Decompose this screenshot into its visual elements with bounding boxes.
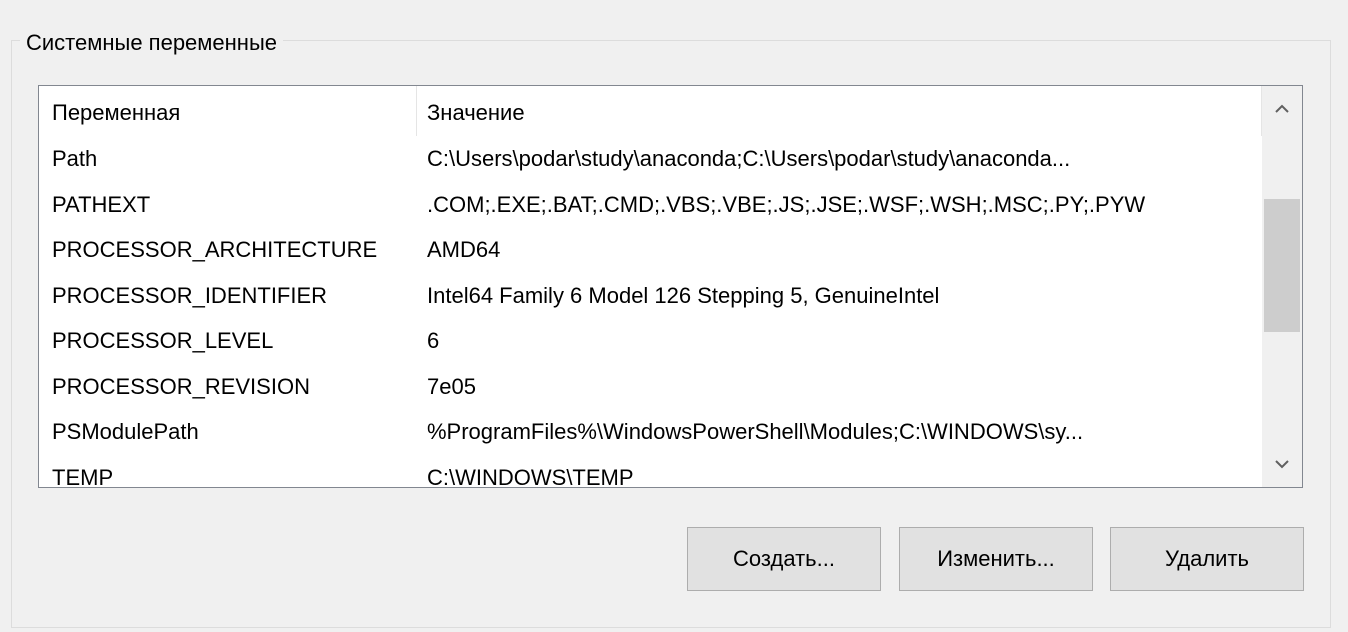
variable-value: 6 [427,328,440,353]
list-rows: Path C:\Users\podar\study\anaconda;C:\Use… [39,136,1262,487]
edit-button[interactable]: Изменить... [899,527,1093,591]
table-row[interactable]: PROCESSOR_IDENTIFIER Intel64 Family 6 Mod… [39,273,1262,319]
variable-name: PSModulePath [52,419,199,444]
group-title: Системные переменные [20,28,284,58]
table-row[interactable]: PROCESSOR_REVISION 7e05 [39,364,1262,410]
variables-list[interactable]: Переменная Значение Path C:\Users\podar\s… [38,85,1303,488]
list-header: Переменная Значение [39,86,1262,136]
variable-value: .COM;.EXE;.BAT;.CMD;.VBS;.VBE;.JS;.JSE;.… [427,191,1146,217]
chevron-down-icon [1275,460,1289,469]
scroll-thumb[interactable] [1264,198,1300,332]
scroll-down-button[interactable] [1262,441,1302,487]
variable-value: %ProgramFiles%\WindowsPowerShell\Modules… [427,419,1084,444]
create-button[interactable]: Создать... [687,527,881,591]
column-header-value[interactable]: Значение [417,86,1262,136]
table-row[interactable]: PROCESSOR_ARCHITECTURE AMD64 [39,227,1262,273]
delete-button[interactable]: Удалить [1110,527,1304,591]
vertical-scrollbar[interactable] [1262,86,1302,487]
variable-value: C:\Users\podar\study\anaconda;C:\Users\p… [427,146,1071,171]
column-header-variable[interactable]: Переменная [39,86,417,136]
scroll-up-button[interactable] [1262,86,1302,132]
table-row[interactable]: PATHEXT .COM;.EXE;.BAT;.CMD;.VBS;.VBE;.JS… [39,182,1262,228]
variable-value: 7e05 [427,373,476,399]
chevron-up-icon [1275,104,1289,113]
variable-name: PROCESSOR_IDENTIFIER [52,282,328,308]
variable-name: PROCESSOR_LEVEL [52,328,274,353]
variable-name: PROCESSOR_REVISION [52,373,310,399]
variable-name: PATHEXT [52,191,151,217]
variable-value: AMD64 [427,237,501,262]
table-row[interactable]: Path C:\Users\podar\study\anaconda;C:\Use… [39,136,1262,182]
variable-name: TEMP [52,464,114,488]
variable-name: PROCESSOR_ARCHITECTURE [52,237,378,262]
list-content: Переменная Значение Path C:\Users\podar\s… [39,86,1262,487]
variable-name: Path [52,146,98,171]
table-row[interactable]: PROCESSOR_LEVEL 6 [39,318,1262,364]
variable-value: Intel64 Family 6 Model 126 Stepping 5, G… [427,282,940,308]
table-row[interactable]: TEMP C:\WINDOWS\TEMP [39,455,1262,488]
table-row[interactable]: PSModulePath %ProgramFiles%\WindowsPowerS… [39,409,1262,455]
variable-value: C:\WINDOWS\TEMP [427,464,634,488]
